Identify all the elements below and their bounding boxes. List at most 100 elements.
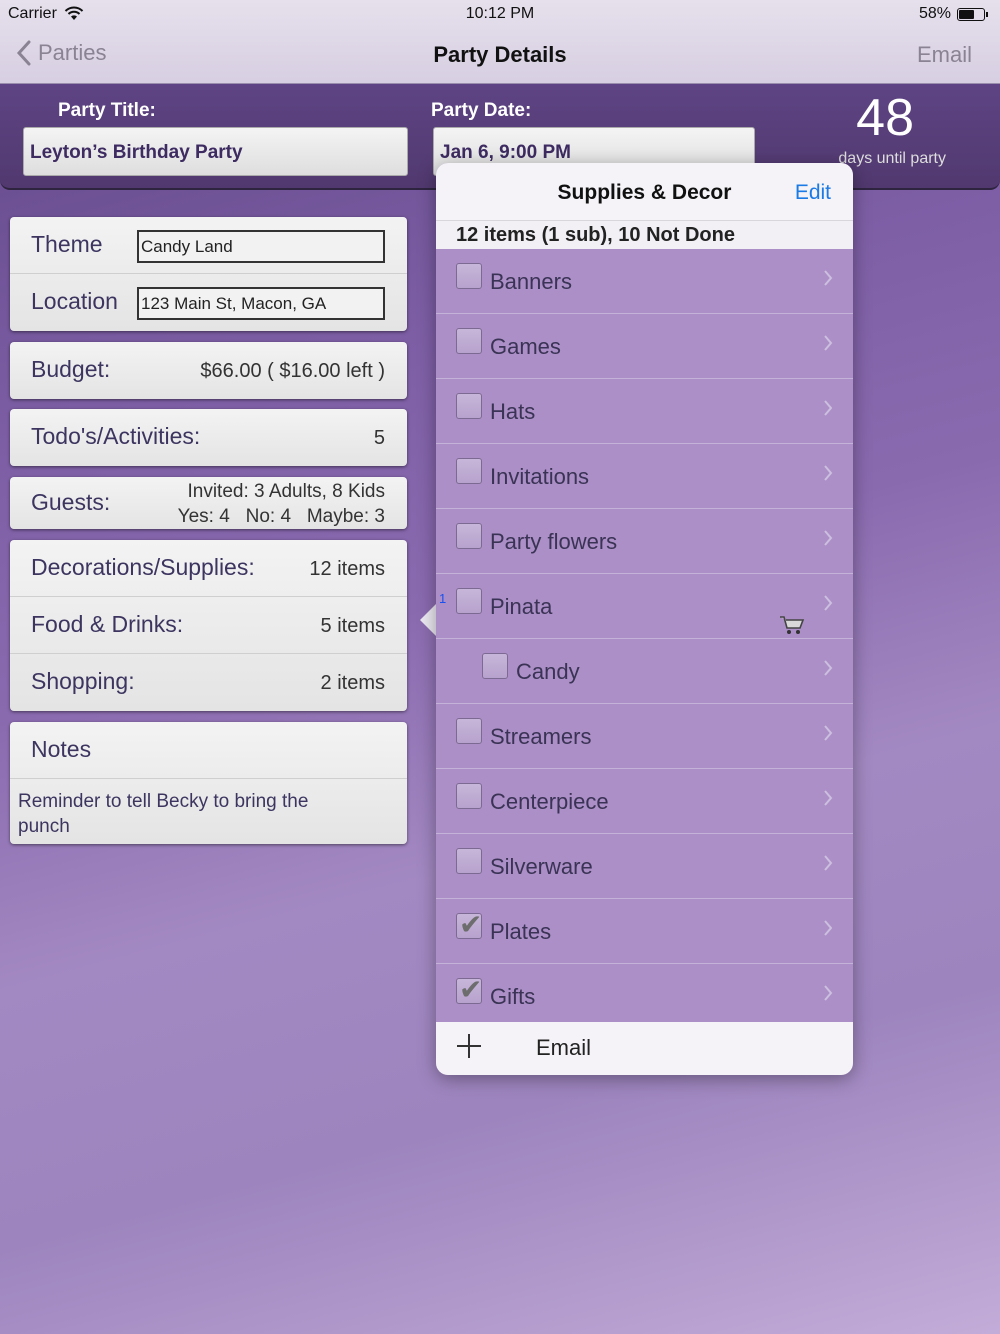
list-item[interactable]: Invitations <box>436 444 853 509</box>
budget-row[interactable]: Budget: $66.00 ( $16.00 left ) <box>10 342 407 399</box>
food-count: 5 items <box>320 615 385 637</box>
chevron-right-icon <box>824 400 833 416</box>
battery-indicator: 58% <box>919 5 988 23</box>
item-checkbox[interactable] <box>456 328 482 354</box>
clock: 10:12 PM <box>465 5 535 22</box>
guests-label: Guests: <box>31 489 111 515</box>
todo-count: 5 <box>373 427 385 449</box>
chevron-right-icon <box>824 270 833 286</box>
budget-label: Budget: <box>31 356 111 382</box>
list-item[interactable]: Streamers <box>436 704 853 769</box>
popover-title: Supplies & Decor <box>557 181 732 204</box>
item-checkbox[interactable] <box>456 588 482 614</box>
chevron-right-icon <box>824 530 833 546</box>
chevron-right-icon <box>824 660 833 676</box>
party-title-field[interactable]: Leyton’s Birthday Party <box>23 127 408 176</box>
guests-card[interactable]: Guests: Invited: 3 Adults, 8 Kids Yes: 4… <box>10 477 407 529</box>
location-field[interactable]: 123 Main St, Macon, GA <box>137 287 385 320</box>
theme-row: Theme Candy Land <box>10 217 407 274</box>
item-checkbox[interactable]: ✔ <box>456 974 482 1005</box>
item-label: Pinata <box>490 594 553 619</box>
notes-card[interactable]: Notes Reminder to tell Becky to bring th… <box>10 722 407 844</box>
battery-icon <box>957 7 985 21</box>
add-icon[interactable] <box>456 1033 482 1059</box>
theme-location-card: Theme Candy Land Location 123 Main St, M… <box>10 217 407 331</box>
edit-button[interactable]: Edit <box>795 181 831 205</box>
item-label: Banners <box>490 269 572 294</box>
notes-header: Notes <box>10 722 407 779</box>
todo-label: Todo's/Activities: <box>31 423 201 449</box>
party-title-label: Party Title: <box>58 100 156 121</box>
list-item[interactable]: Silverware <box>436 834 853 899</box>
chevron-right-icon <box>824 920 833 936</box>
item-label: Party flowers <box>490 529 618 554</box>
decorations-count: 12 items <box>309 558 385 580</box>
shopping-row[interactable]: Shopping: 2 items <box>10 654 407 711</box>
decorations-label: Decorations/Supplies: <box>31 554 255 580</box>
shopping-cart-icon <box>780 616 805 634</box>
location-row: Location 123 Main St, Macon, GA <box>10 274 407 331</box>
item-checkbox[interactable] <box>456 718 482 744</box>
list-item[interactable]: Games <box>436 314 853 379</box>
item-label: Invitations <box>490 464 590 489</box>
chevron-right-icon <box>824 595 833 611</box>
party-date-label: Party Date: <box>431 100 532 121</box>
item-checkbox[interactable] <box>456 783 482 809</box>
item-label: Centerpiece <box>490 789 609 814</box>
todo-row[interactable]: Todo's/Activities: 5 <box>10 409 407 466</box>
page-title: Party Details <box>433 42 567 67</box>
notes-text[interactable]: Reminder to tell Becky to bring the punc… <box>10 779 330 849</box>
list-item[interactable]: Party flowers <box>436 509 853 574</box>
list-item[interactable]: ✔ Gifts <box>436 964 853 1029</box>
battery-percent: 58% <box>918 5 951 22</box>
email-button[interactable]: Email <box>917 42 972 68</box>
days-count: 48 <box>856 89 914 147</box>
item-checkbox[interactable] <box>456 458 482 484</box>
location-label: Location <box>31 288 118 314</box>
item-checkbox[interactable] <box>456 393 482 419</box>
chevron-right-icon <box>824 335 833 351</box>
list-item[interactable]: Banners <box>436 249 853 314</box>
supplies-popover: Supplies & Decor Edit 12 items (1 sub), … <box>436 163 853 1075</box>
food-row[interactable]: Food & Drinks: 5 items <box>10 597 407 654</box>
todo-card[interactable]: Todo's/Activities: 5 <box>10 409 407 466</box>
budget-value: $66.00 ( $16.00 left ) <box>200 360 385 382</box>
checkmark-icon: ✔ <box>459 974 483 1005</box>
popover-header: Supplies & Decor Edit <box>436 163 853 221</box>
supplies-list: Banners Games Hats Invitations Party flowers… <box>436 249 853 1029</box>
list-item[interactable]: Candy <box>436 639 853 704</box>
theme-field[interactable]: Candy Land <box>137 230 385 263</box>
list-item[interactable]: ✔ Plates <box>436 899 853 964</box>
chevron-right-icon <box>824 465 833 481</box>
list-item[interactable]: 1 Pinata <box>436 574 853 639</box>
item-label: Silverware <box>490 854 593 879</box>
chevron-right-icon <box>824 855 833 871</box>
item-label: Hats <box>490 399 536 424</box>
item-label: Gifts <box>490 984 536 1009</box>
chevron-right-icon <box>824 725 833 741</box>
budget-card[interactable]: Budget: $66.00 ( $16.00 left ) <box>10 342 407 399</box>
item-checkbox[interactable] <box>456 848 482 874</box>
item-checkbox[interactable] <box>482 653 508 679</box>
item-label: Plates <box>490 919 552 944</box>
guests-invited: Invited: 3 Adults, 8 Kids <box>187 481 385 502</box>
item-label: Candy <box>516 659 580 684</box>
item-checkbox[interactable] <box>456 523 482 549</box>
shopping-label: Shopping: <box>31 668 135 694</box>
item-checkbox[interactable] <box>456 263 482 289</box>
item-label: Games <box>490 334 561 359</box>
sub-item-count-badge: 1 <box>439 591 447 606</box>
items-summary: 12 items (1 sub), 10 Not Done <box>436 221 853 249</box>
popover-arrow <box>420 603 437 637</box>
days-label: days until party <box>838 150 946 167</box>
checkmark-icon: ✔ <box>459 909 483 940</box>
email-list-button[interactable]: Email <box>536 1035 591 1061</box>
list-item[interactable]: Hats <box>436 379 853 444</box>
list-item[interactable]: Centerpiece <box>436 769 853 834</box>
item-label: Streamers <box>490 724 592 749</box>
decorations-row[interactable]: Decorations/Supplies: 12 items <box>10 540 407 597</box>
chevron-right-icon <box>824 985 833 1001</box>
item-checkbox[interactable]: ✔ <box>456 909 482 940</box>
navigation-bar: Carrier 10:12 PM 58% Parties Party Detai… <box>0 0 1000 84</box>
chevron-right-icon <box>824 790 833 806</box>
